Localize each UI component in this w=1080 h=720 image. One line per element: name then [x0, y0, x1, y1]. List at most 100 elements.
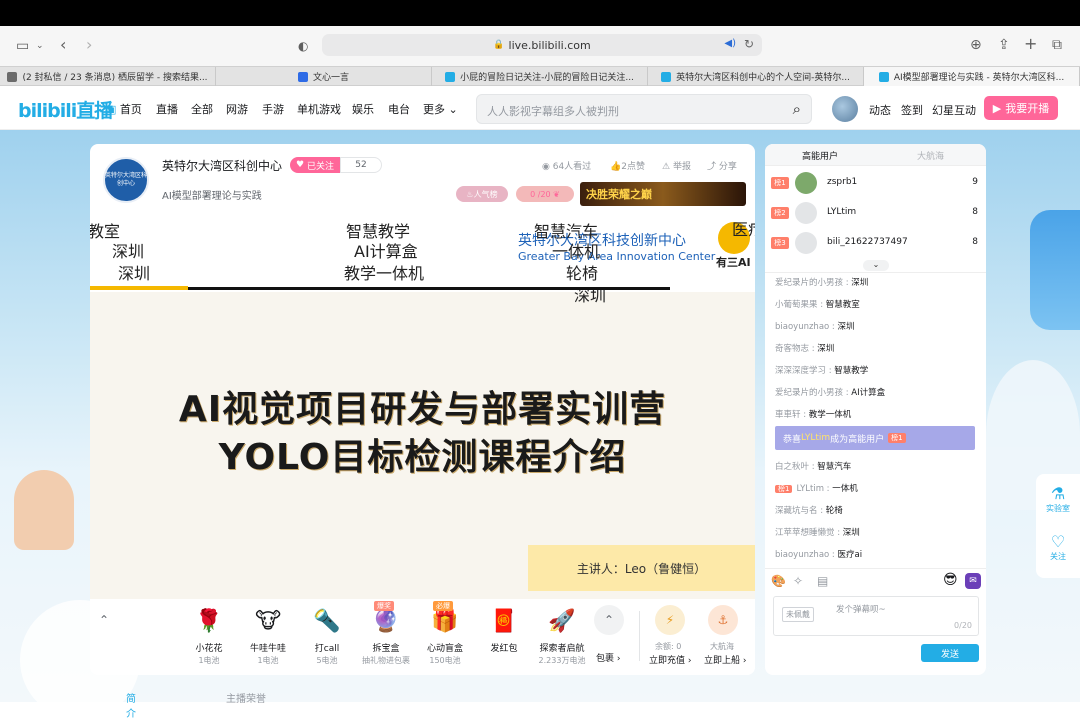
anchor-icon[interactable]: ⚓ [708, 605, 738, 635]
chevron-down-icon[interactable]: ⌄ [36, 39, 44, 53]
bilibili-live-logo[interactable]: bilibili直播 [18, 96, 113, 123]
nav-home[interactable]: ▣ 首页 [106, 101, 142, 117]
share-icon[interactable]: ⇪ [998, 38, 1010, 52]
popularity-rank-pill[interactable]: ♨ 人气榜 [456, 186, 508, 202]
rank-row[interactable]: 榜2 LYLtim 8 [765, 198, 986, 228]
nav-dynamic[interactable]: 动态 [869, 102, 891, 118]
lab-button[interactable]: ⚗ 实验室 [1036, 484, 1080, 514]
follow-float-button[interactable]: ♡ 关注 [1036, 532, 1080, 562]
chat-user[interactable]: biaoyunzhao : [775, 550, 838, 560]
gift-item[interactable]: 🌹 小花花 1电池 [181, 605, 237, 666]
user-avatar[interactable] [832, 96, 858, 122]
emoji-icon[interactable]: 😎 [943, 572, 958, 588]
chat-user[interactable]: 小葡萄果果 : [775, 300, 826, 310]
chat-user[interactable]: 深深深度学习 : [775, 366, 834, 376]
send-button[interactable]: 发送 [921, 644, 979, 662]
expand-up-icon[interactable]: ⌃ [96, 609, 112, 631]
tab-live-room[interactable]: AI模型部署理论与实践 - 英特尔大湾区科... [864, 67, 1080, 86]
danmaku-text: 医疗 [732, 220, 755, 239]
palette-icon[interactable]: 🎨 [771, 574, 786, 588]
wenxin-icon [297, 71, 308, 82]
heart-icon: ♥ [296, 160, 305, 170]
forward-icon[interactable]: › [86, 37, 92, 53]
share-icon: ⤴ [707, 162, 717, 172]
tab-voyage[interactable]: 大航海 [917, 149, 944, 162]
gift-item[interactable]: 必爆 🎁 心动盲盒 150电池 [417, 601, 473, 666]
chat-user[interactable]: 江苹苹想睡懒觉 : [775, 528, 843, 538]
gift-name: 发红包 [490, 644, 518, 654]
nav-signin[interactable]: 签到 [901, 102, 923, 118]
report-button[interactable]: ⚠ 举报 [662, 159, 691, 172]
home-icon: ▣ [106, 103, 117, 116]
chat-user[interactable]: biaoyunzhao : [775, 322, 838, 332]
package-button[interactable]: 包裹 › [596, 651, 620, 664]
nav-mobile-games[interactable]: 手游 [262, 101, 284, 117]
tab-high-energy[interactable]: 高能用户 [802, 149, 838, 162]
nav-more[interactable]: 更多 ⌄ [423, 101, 458, 117]
chat-user[interactable]: 奇客物志 : [775, 344, 817, 354]
danmaku-settings-icon[interactable]: ▤ [817, 574, 828, 588]
chat-message: 車車轩 : 教学一体机 [775, 408, 851, 420]
glowstick-icon: 🔦 [313, 609, 341, 634]
battery-icon[interactable]: ⚡ [655, 605, 685, 635]
chat-user[interactable]: LYLtim : [796, 484, 832, 494]
new-tab-icon[interactable]: + [1024, 36, 1037, 52]
nav-all[interactable]: 全部 [191, 101, 213, 117]
board-ship-button[interactable]: 立即上船 › [704, 653, 746, 666]
speaker-icon[interactable]: ◀) [724, 38, 736, 49]
reload-icon[interactable]: ↻ [744, 37, 754, 51]
chat-user[interactable]: 車車轩 : [775, 410, 809, 420]
start-live-button[interactable]: ▶ 我要开播 [984, 96, 1058, 120]
chat-user[interactable]: 深藏坑与名 : [775, 506, 826, 516]
chat-text: 深圳 [851, 278, 869, 288]
gift-item[interactable]: 🔦 打call 5电池 [299, 605, 355, 666]
chat-message: 爱纪录片的小男孩 : AI计算盒 [775, 386, 885, 398]
download-icon[interactable]: ⊕ [970, 38, 982, 52]
chat-user[interactable]: 爱纪录片的小男孩 : [775, 278, 851, 288]
chat-user[interactable]: 白之秋叶 : [775, 462, 817, 472]
gift-item[interactable]: 🧧 发红包 [476, 605, 532, 655]
shield-icon[interactable]: ◐ [298, 39, 308, 53]
address-bar[interactable]: 🔒 live.bilibili.com ◀) ↻ [322, 34, 762, 56]
tab-wenxin[interactable]: 文心一言 [216, 67, 432, 86]
rank-row[interactable]: 榜3 bili_21622737497 8 [765, 228, 986, 258]
gift-item[interactable]: 爆奖 🔮 拆宝盒 抽礼物进包裹 [358, 601, 414, 666]
like-button[interactable]: 👍2点赞 [610, 159, 645, 172]
tab-xiaopi[interactable]: 小屁的冒险日记关注-小屁的冒险日记关注... [432, 67, 648, 86]
task-progress-pill[interactable]: 0 /20 ❦ [516, 186, 574, 202]
gift-item[interactable]: 🚀 探索者启航 2.233万电池 [532, 605, 592, 666]
nav-entertainment[interactable]: 娱乐 [352, 101, 374, 117]
streamer-avatar[interactable]: 英特尔大湾区科创中心 [103, 157, 149, 203]
nav-radio[interactable]: 电台 [388, 101, 410, 117]
tab-zhihu[interactable]: (2 封私信 / 23 条消息) 栖辰留学 - 搜索结果... [0, 67, 216, 86]
tv-icon: ▶ [992, 101, 1002, 115]
event-banner[interactable]: 决胜荣耀之巅 [580, 182, 746, 206]
medal-badge[interactable]: 未佩戴 [782, 607, 814, 622]
tab-overview-icon[interactable]: ⧉ [1052, 38, 1062, 52]
recharge-button[interactable]: 立即充值 › [649, 653, 691, 666]
interactive-icon[interactable]: ✉ [965, 573, 981, 589]
share-button[interactable]: ⤴ 分享 [707, 159, 737, 172]
tab-honors[interactable]: 主播荣誉 [226, 690, 306, 705]
nav-interactive[interactable]: 幻星互动 [932, 102, 976, 118]
collapse-ranks-icon[interactable]: ⌄ [863, 260, 889, 271]
gift-item[interactable]: 🐮 牛哇牛哇 1电池 [240, 605, 296, 666]
danmaku-input[interactable]: 未佩戴 发个弹幕呗~ 0/20 [773, 596, 979, 636]
follow-button[interactable]: ♥ 已关注 [290, 157, 340, 173]
nav-single-games[interactable]: 单机游戏 [297, 101, 341, 117]
sidebar-icon[interactable]: ▭ [16, 39, 29, 53]
nav-live[interactable]: 直播 [156, 101, 178, 117]
chat-user[interactable]: 爱纪录片的小男孩 : [775, 388, 851, 398]
magic-icon[interactable]: ✧ [793, 574, 803, 588]
video-stream[interactable]: 教室 深圳 深圳 智慧教学 AI计算盒 教学一体机 英特尔大湾区科技创新中心 G… [90, 214, 755, 599]
streamer-name[interactable]: 英特尔大湾区科创中心 [162, 157, 282, 174]
tab-intro[interactable]: 简介 [126, 690, 136, 720]
tab-intel-space[interactable]: 英特尔大湾区科创中心的个人空间-英特尔... [648, 67, 864, 86]
search-input[interactable]: 人人影视字幕组多人被判刑 ⌕ [476, 94, 812, 124]
back-icon[interactable]: ‹ [60, 37, 66, 53]
search-icon[interactable]: ⌕ [793, 100, 801, 118]
notice-user[interactable]: LYLtim [801, 433, 830, 443]
rank-row[interactable]: 榜1 zsprb1 9 [765, 168, 986, 198]
chevron-up-icon[interactable]: ⌃ [594, 605, 624, 635]
nav-online-games[interactable]: 网游 [226, 101, 248, 117]
